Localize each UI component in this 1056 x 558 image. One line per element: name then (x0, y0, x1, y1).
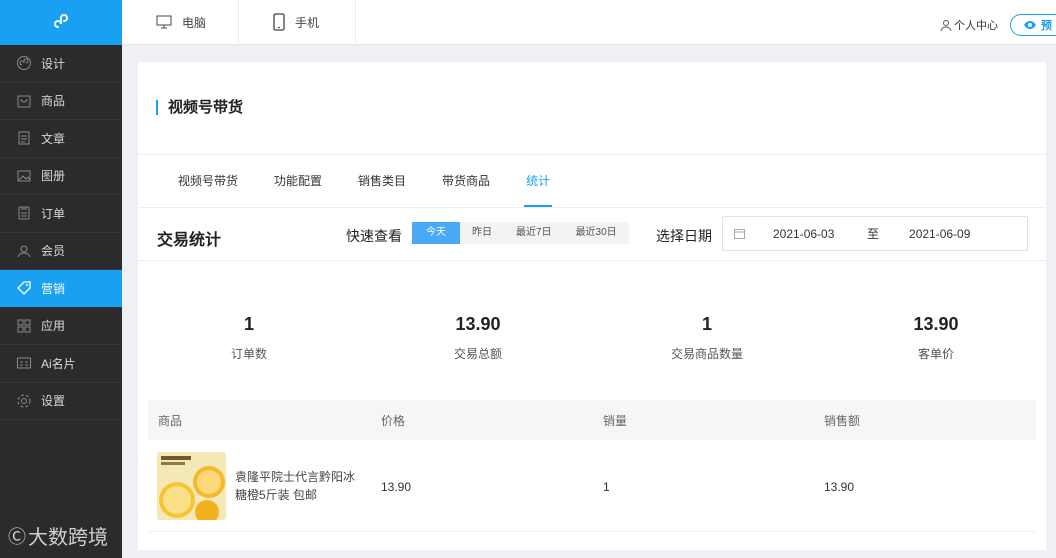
watermark: Ⓒ 大数跨境 (8, 521, 108, 550)
metric-value: 13.90 (913, 314, 959, 334)
sidebar-item-settings[interactable]: 设置 (0, 383, 122, 420)
sidebar-item-label: 文章 (41, 131, 66, 146)
design-icon (16, 55, 32, 71)
quick-range-yesterday[interactable]: 昨日 (460, 222, 504, 244)
divider (138, 207, 1046, 208)
date-label: 选择日期 (656, 228, 712, 244)
metric-label: 客单价 (917, 347, 954, 361)
top-bar: 电脑 手机 个人中心 预 (122, 0, 1056, 45)
divider (138, 260, 1046, 261)
metric-value: 1 (701, 314, 712, 334)
phone-icon (273, 13, 285, 31)
user-center-link[interactable]: 个人中心 (940, 17, 998, 33)
sidebar-item-label: 会员 (41, 244, 66, 259)
device-tab-label: 电脑 (182, 15, 207, 30)
product-sales: 1 (603, 480, 610, 494)
user-icon (16, 243, 32, 259)
quick-view-label: 快速查看 (346, 228, 402, 244)
user-center-label: 个人中心 (954, 20, 998, 32)
tab-video-selling[interactable]: 视频号带货 (178, 172, 238, 207)
sidebar-item-products[interactable]: 商品 (0, 83, 122, 120)
main-panel: 视频号带货 视频号带货 功能配置 销售类目 带货商品 统计 交易统计 快速查看 … (138, 62, 1046, 550)
link-logo-icon (54, 13, 68, 28)
quick-range-30days[interactable]: 最近30日 (564, 222, 629, 244)
tab-statistics[interactable]: 统计 (524, 172, 553, 207)
product-name[interactable]: 袁隆平院士代言黔阳冰糖橙5斤装 包邮 (235, 468, 365, 504)
column-header-amount: 销售额 (824, 413, 861, 428)
column-header-sales: 销量 (603, 413, 628, 428)
sidebar-item-members[interactable]: 会员 (0, 233, 122, 270)
eye-icon (1024, 21, 1036, 29)
watermark-text: 大数跨境 (28, 527, 108, 549)
tab-bar: 视频号带货 功能配置 销售类目 带货商品 统计 (178, 172, 586, 207)
date-separator: 至 (867, 227, 880, 241)
sidebar-item-label: 商品 (41, 94, 66, 109)
sidebar-item-marketing[interactable]: 营销 (0, 270, 122, 308)
metric-total-amount: 13.90 交易总额 (398, 314, 558, 362)
metric-product-count: 1 交易商品数量 (627, 314, 787, 362)
device-tab-label: 手机 (295, 15, 320, 30)
divider (138, 154, 1046, 155)
metric-label: 交易总额 (453, 347, 502, 361)
metric-label: 订单数 (230, 347, 267, 361)
metric-value: 13.90 (455, 314, 501, 334)
preview-label: 预 (1041, 20, 1052, 32)
sidebar-item-label: 设置 (41, 394, 66, 409)
quick-range-today[interactable]: 今天 (412, 222, 460, 244)
sidebar-item-articles[interactable]: 文章 (0, 120, 122, 158)
metric-label: 交易商品数量 (670, 347, 743, 361)
sidebar-item-design[interactable]: 设计 (0, 45, 122, 83)
sidebar-item-label: 应用 (41, 319, 66, 334)
app-logo[interactable] (0, 0, 122, 45)
sidebar-item-label: 订单 (41, 206, 66, 221)
album-icon (16, 168, 32, 184)
date-end[interactable]: 2021-06-09 (909, 227, 970, 241)
table-row[interactable]: 袁隆平院士代言黔阳冰糖橙5斤装 包邮 13.90 1 13.90 (148, 440, 1036, 532)
preview-button[interactable]: 预 (1010, 14, 1056, 36)
metric-value: 1 (243, 314, 254, 334)
card-icon (16, 355, 32, 371)
apps-icon (16, 318, 32, 334)
tab-sales-category[interactable]: 销售类目 (358, 172, 406, 207)
stats-title: 交易统计 (157, 232, 222, 249)
quick-range-group: 今天 昨日 最近7日 最近30日 (412, 222, 629, 244)
date-start[interactable]: 2021-06-03 (773, 227, 855, 241)
sidebar-item-label: Ai名片 (41, 356, 76, 371)
metric-avg-order-value: 13.90 客单价 (856, 314, 1016, 362)
page-title: 视频号带货 (156, 100, 243, 115)
tag-icon (16, 280, 32, 296)
bag-icon (16, 93, 32, 109)
product-amount: 13.90 (824, 480, 855, 494)
quick-range-7days[interactable]: 最近7日 (504, 222, 564, 244)
article-icon (16, 130, 32, 146)
monitor-icon (156, 15, 172, 29)
product-price: 13.90 (381, 480, 412, 494)
user-icon (940, 20, 952, 31)
table-header: 商品 价格 销量 销售额 (148, 400, 1036, 440)
sidebar-item-label: 设计 (41, 56, 66, 71)
watermark-logo-icon: Ⓒ (8, 526, 26, 547)
sidebar-item-ai-card[interactable]: Ai名片 (0, 345, 122, 383)
order-icon (16, 205, 32, 221)
column-header-product: 商品 (158, 413, 183, 428)
tab-function-config[interactable]: 功能配置 (274, 172, 322, 207)
sidebar-item-album[interactable]: 图册 (0, 158, 122, 195)
product-thumbnail (157, 452, 226, 520)
sidebar: 设计 商品 文章 图册 订单 会员 营销 应用 Ai名片 设置 Ⓒ 大数跨境 (0, 0, 122, 558)
sidebar-item-label: 营销 (41, 281, 66, 296)
column-header-price: 价格 (381, 413, 406, 428)
date-range-picker[interactable]: 2021-06-03 至 2021-06-09 (722, 216, 1028, 251)
gear-icon (16, 393, 32, 409)
metric-order-count: 1 订单数 (169, 314, 329, 362)
calendar-icon (734, 229, 745, 239)
tab-selling-products[interactable]: 带货商品 (442, 172, 490, 207)
device-tab-desktop[interactable]: 电脑 (122, 0, 240, 45)
sidebar-item-label: 图册 (41, 169, 66, 184)
sidebar-item-apps[interactable]: 应用 (0, 308, 122, 345)
device-tab-mobile[interactable]: 手机 (239, 0, 357, 45)
sidebar-item-orders[interactable]: 订单 (0, 195, 122, 233)
